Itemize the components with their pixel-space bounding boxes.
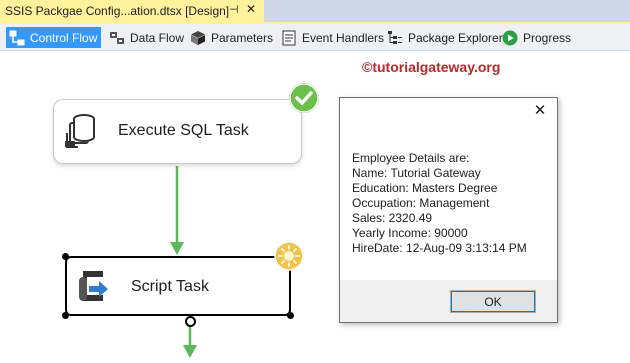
progress-icon — [502, 30, 518, 46]
execute-sql-task-icon — [64, 113, 98, 152]
script-task-icon — [77, 269, 111, 308]
script-task[interactable]: Script Task — [65, 256, 291, 316]
tab-package-explorer[interactable]: Package Explorer — [384, 27, 507, 48]
message-line: HireDate: 12-Aug-09 3:13:14 PM — [352, 241, 527, 255]
tab-event-handlers[interactable]: Event Handlers — [278, 27, 388, 48]
tab-control-flow[interactable]: Control Flow — [6, 27, 102, 48]
tab-label: Parameters — [211, 30, 274, 45]
tab-label: Data Flow — [130, 30, 185, 45]
ok-button[interactable]: OK — [450, 290, 536, 313]
tab-label: Control Flow — [30, 30, 98, 45]
task-label: Execute SQL Task — [118, 122, 249, 139]
data-flow-icon — [109, 30, 125, 46]
connector-handle[interactable] — [185, 316, 196, 327]
message-box-dialog: ✕ Employee Details are: Name: Tutorial G… — [339, 97, 558, 323]
message-line: Employee Details are: — [352, 151, 470, 165]
document-tab[interactable]: SSIS Packgae Config...ation.dtsx [Design… — [0, 0, 264, 22]
resize-handle[interactable] — [62, 253, 69, 260]
precedence-arrowhead — [170, 242, 184, 255]
message-text: Employee Details are: Name: Tutorial Gat… — [352, 151, 527, 256]
tab-label: Progress — [523, 30, 572, 45]
tab-label: Package Explorer — [408, 30, 503, 45]
control-flow-icon — [9, 30, 25, 46]
message-line: Yearly Income: 90000 — [352, 226, 468, 240]
message-line: Education: Masters Degree — [352, 181, 498, 195]
close-icon[interactable]: ✕ — [246, 2, 256, 16]
message-line: Sales: 2320.49 — [352, 211, 433, 225]
task-label: Script Task — [131, 278, 209, 295]
success-check-icon — [289, 83, 319, 113]
tab-parameters[interactable]: Parameters — [187, 27, 277, 48]
output-arrowhead — [183, 345, 197, 358]
close-icon[interactable]: ✕ — [532, 102, 548, 120]
message-line: Name: Tutorial Gateway — [352, 166, 481, 180]
designer-tab-bar: Control Flow Data Flow Parameters Event … — [0, 24, 630, 51]
tab-label: Event Handlers — [302, 30, 385, 45]
pin-icon[interactable]: ⊣ — [229, 3, 239, 16]
tab-data-flow[interactable]: Data Flow — [106, 27, 188, 48]
event-handlers-icon — [281, 30, 297, 46]
message-line: Occupation: Management — [352, 196, 490, 210]
running-spinner-icon — [274, 241, 304, 271]
document-tab-strip: SSIS Packgae Config...ation.dtsx [Design… — [0, 0, 630, 22]
resize-handle[interactable] — [62, 312, 69, 319]
tab-progress[interactable]: Progress — [499, 27, 575, 48]
resize-handle[interactable] — [287, 312, 294, 319]
execute-sql-task[interactable]: Execute SQL Task — [53, 99, 302, 164]
package-explorer-icon — [387, 30, 403, 46]
parameters-icon — [190, 30, 206, 46]
document-tab-title: SSIS Packgae Config...ation.dtsx [Design… — [5, 4, 230, 18]
dialog-footer: OK — [340, 280, 557, 322]
